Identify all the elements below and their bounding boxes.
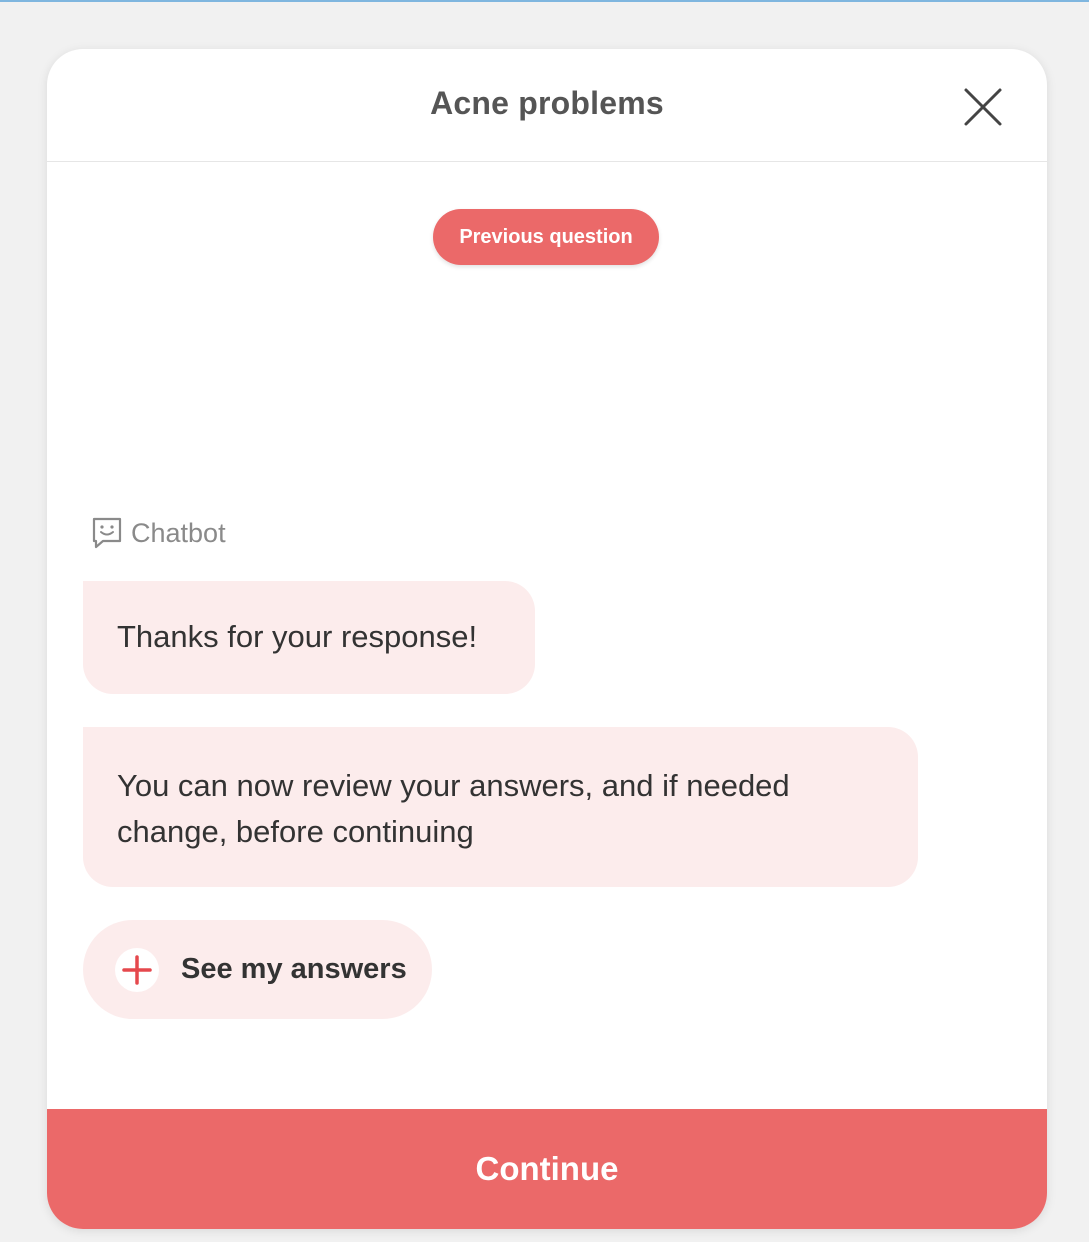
close-icon [964, 88, 1002, 126]
modal-header: Acne problems [47, 49, 1047, 162]
plus-icon-circle [115, 947, 159, 992]
chat-message: Thanks for your response! [83, 581, 535, 694]
chatbot-face-icon [92, 517, 122, 549]
continue-button[interactable]: Continue [47, 1109, 1047, 1229]
previous-question-button[interactable]: Previous question [433, 209, 659, 265]
chat-modal: Acne problems Previous question Chatbot … [47, 49, 1047, 1229]
plus-icon [122, 954, 152, 985]
top-divider [0, 0, 1089, 2]
chat-message-text: You can now review your answers, and if … [117, 768, 790, 849]
continue-label: Continue [475, 1150, 619, 1187]
close-button[interactable] [963, 87, 1003, 127]
chat-message: You can now review your answers, and if … [83, 727, 918, 887]
chatbot-sender: Chatbot [91, 515, 226, 551]
chatbot-name: Chatbot [131, 517, 226, 548]
modal-title: Acne problems [430, 85, 664, 121]
chat-message-text: Thanks for your response! [117, 619, 478, 654]
see-my-answers-label: See my answers [181, 953, 407, 985]
previous-question-label: Previous question [459, 225, 633, 248]
see-my-answers-button[interactable]: See my answers [83, 920, 432, 1019]
